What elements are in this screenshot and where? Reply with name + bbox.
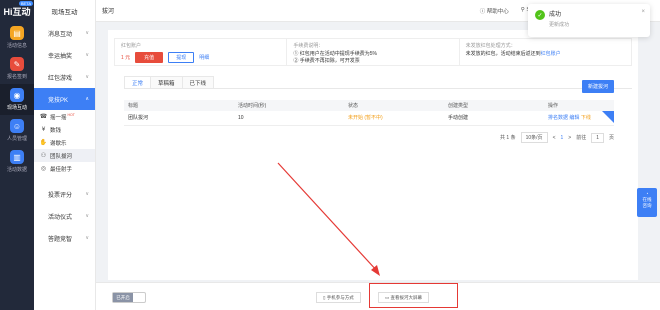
online-consult-button[interactable]: ◔ 在线 咨询 — [637, 188, 657, 217]
chat-icon: ◔ — [645, 191, 649, 196]
annotation-highlight-box — [369, 283, 458, 308]
success-toast: ✓ 成功 更新成功 × — [528, 4, 650, 37]
close-icon[interactable]: × — [641, 9, 645, 15]
annotation-arrow — [277, 162, 380, 276]
check-icon: ✓ — [535, 10, 545, 20]
